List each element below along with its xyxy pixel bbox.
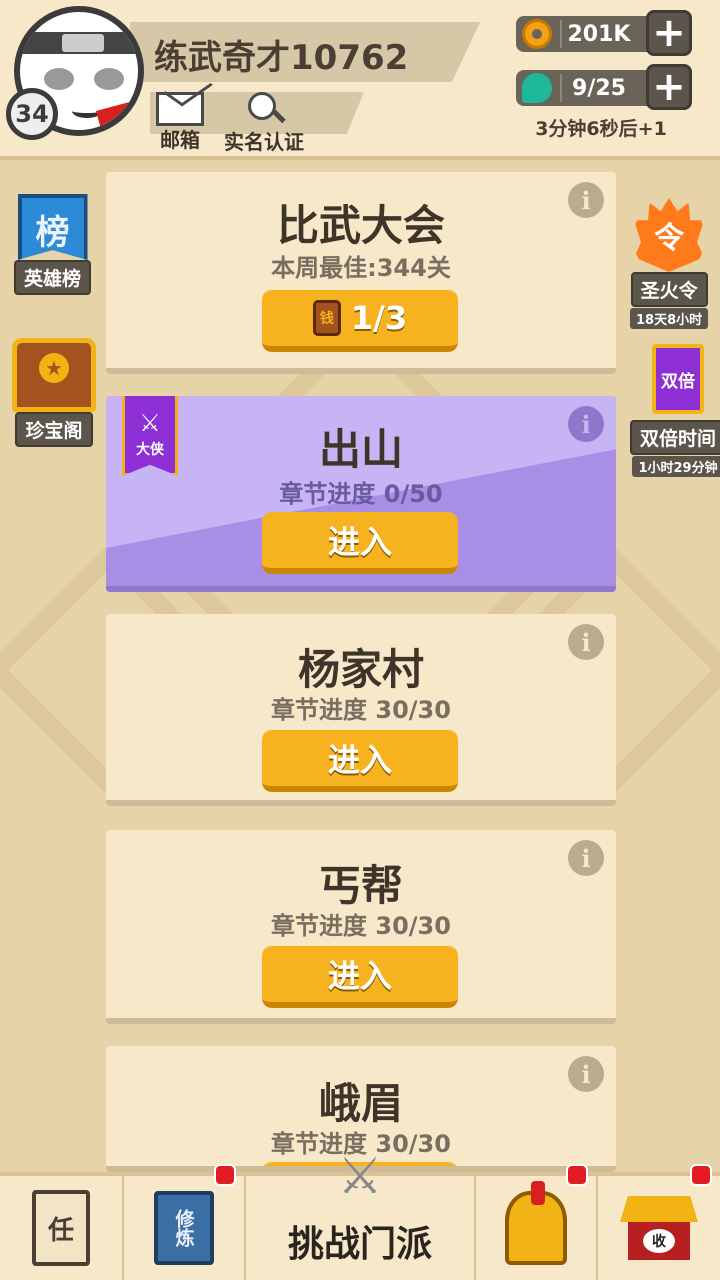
magnifier-icon <box>244 92 286 128</box>
mailbox-label: 邮箱 <box>160 128 200 152</box>
treasure-pavilion-label: 珍宝阁 <box>15 412 93 447</box>
stage-title: 峨眉 <box>318 1079 403 1128</box>
notification-dot <box>214 1164 236 1186</box>
stage-title: 比武大会 <box>276 201 445 250</box>
notification-dot <box>690 1164 712 1186</box>
double-time-timer: 1小时29分钟 <box>632 456 720 477</box>
hero-ranking-button[interactable]: 榜 英雄榜 <box>14 194 92 295</box>
stamina-counter: 9/25 <box>516 70 666 106</box>
stamina-value: 9/25 <box>572 75 626 101</box>
treasure-chest-icon <box>12 338 96 412</box>
mail-icon <box>156 92 204 126</box>
top-header: 34 练武奇才10762 邮箱 实名认证 201K + 9/25 + 3分钟6秒… <box>0 0 720 160</box>
bottom-nav: 任 修炼 ⚔ 挑战门派 收 <box>0 1147 720 1280</box>
stage-card-chushan[interactable]: ⚔ 大侠 i 出山 章节进度 0/50 进入 <box>106 396 616 592</box>
real-name-verify-label: 实名认证 <box>224 130 304 154</box>
notification-dot <box>566 1164 588 1186</box>
plus-icon: + <box>652 10 686 56</box>
nav-equipment[interactable] <box>476 1164 598 1280</box>
enter-button[interactable]: 进入 <box>262 946 458 1008</box>
holy-flame-token-button[interactable]: 令 圣火令 18天8小时 <box>630 198 709 329</box>
stage-subtitle: 章节进度 30/30 <box>271 696 451 724</box>
challenge-sect-label: 挑战门派 <box>287 1224 432 1265</box>
mailbox-button[interactable]: 邮箱 <box>156 92 204 153</box>
coin-value: 201K <box>567 21 631 47</box>
hero-ranking-label: 英雄榜 <box>14 260 92 295</box>
holy-flame-token-label: 圣火令 <box>630 272 708 307</box>
stamina-regen-timer: 3分钟6秒后+1 <box>535 118 667 140</box>
player-level-badge: 34 <box>6 88 58 140</box>
stage-title: 出山 <box>318 425 403 474</box>
daxia-rank-badge: ⚔ 大侠 <box>122 396 178 476</box>
nav-tasks[interactable]: 任 <box>0 1176 124 1280</box>
real-name-verify-button[interactable]: 实名认证 <box>224 92 304 155</box>
stage-subtitle: 章节进度 30/30 <box>271 912 451 940</box>
stage-card-gaibang[interactable]: i 丐帮 章节进度 30/30 进入 <box>106 830 616 1024</box>
daxia-badge-label: 大侠 <box>136 442 164 458</box>
coin-icon <box>522 19 552 49</box>
enter-button[interactable]: 进入 <box>262 730 458 792</box>
ticket-icon: 钱 <box>312 300 341 336</box>
helmet-icon <box>505 1181 567 1265</box>
stage-card-yangjiacun[interactable]: i 杨家村 章节进度 30/30 进入 <box>106 614 616 806</box>
collect-house-icon: 收 <box>620 1196 698 1260</box>
stage-title: 丐帮 <box>318 861 403 910</box>
stage-title: 杨家村 <box>297 645 424 694</box>
coin-counter: 201K <box>516 16 666 52</box>
collect-sign: 收 <box>643 1229 675 1253</box>
plus-icon: + <box>652 64 686 110</box>
holy-flame-token-timer: 18天8小时 <box>630 308 709 329</box>
stage-subtitle: 本周最佳:344关 <box>271 254 451 282</box>
double-card-icon: 双倍 <box>652 344 704 414</box>
nav-collect[interactable]: 收 <box>598 1164 720 1280</box>
add-stamina-button[interactable]: + <box>646 64 692 110</box>
tournament-ticket-button[interactable]: 钱 1/3 <box>262 290 458 352</box>
enter-button[interactable]: 进入 <box>262 512 458 574</box>
stage-subtitle: 章节进度 0/50 <box>279 480 443 508</box>
double-time-label: 双倍时间 <box>630 420 720 455</box>
stamina-gem-icon <box>522 73 552 103</box>
ranking-banner-icon: 榜 <box>17 194 88 260</box>
ticket-count: 1/3 <box>350 299 408 337</box>
stage-card-tournament[interactable]: i 比武大会 本周最佳:344关 钱 1/3 <box>106 172 616 374</box>
double-time-button[interactable]: 双倍 双倍时间 1小时29分钟 <box>630 344 720 477</box>
add-coins-button[interactable]: + <box>646 10 692 56</box>
treasure-pavilion-button[interactable]: 珍宝阁 <box>12 338 96 447</box>
nav-cultivate[interactable]: 修炼 <box>124 1164 246 1280</box>
nav-challenge-sect[interactable]: ⚔ 挑战门派 <box>246 1147 476 1280</box>
crossed-swords-icon: ⚔ <box>337 1147 383 1205</box>
flame-token-icon: 令 <box>634 198 705 272</box>
task-scroll-icon: 任 <box>32 1190 90 1266</box>
crossed-swords-icon: ⚔ <box>139 409 161 437</box>
cultivation-book-icon: 修炼 <box>154 1191 214 1265</box>
